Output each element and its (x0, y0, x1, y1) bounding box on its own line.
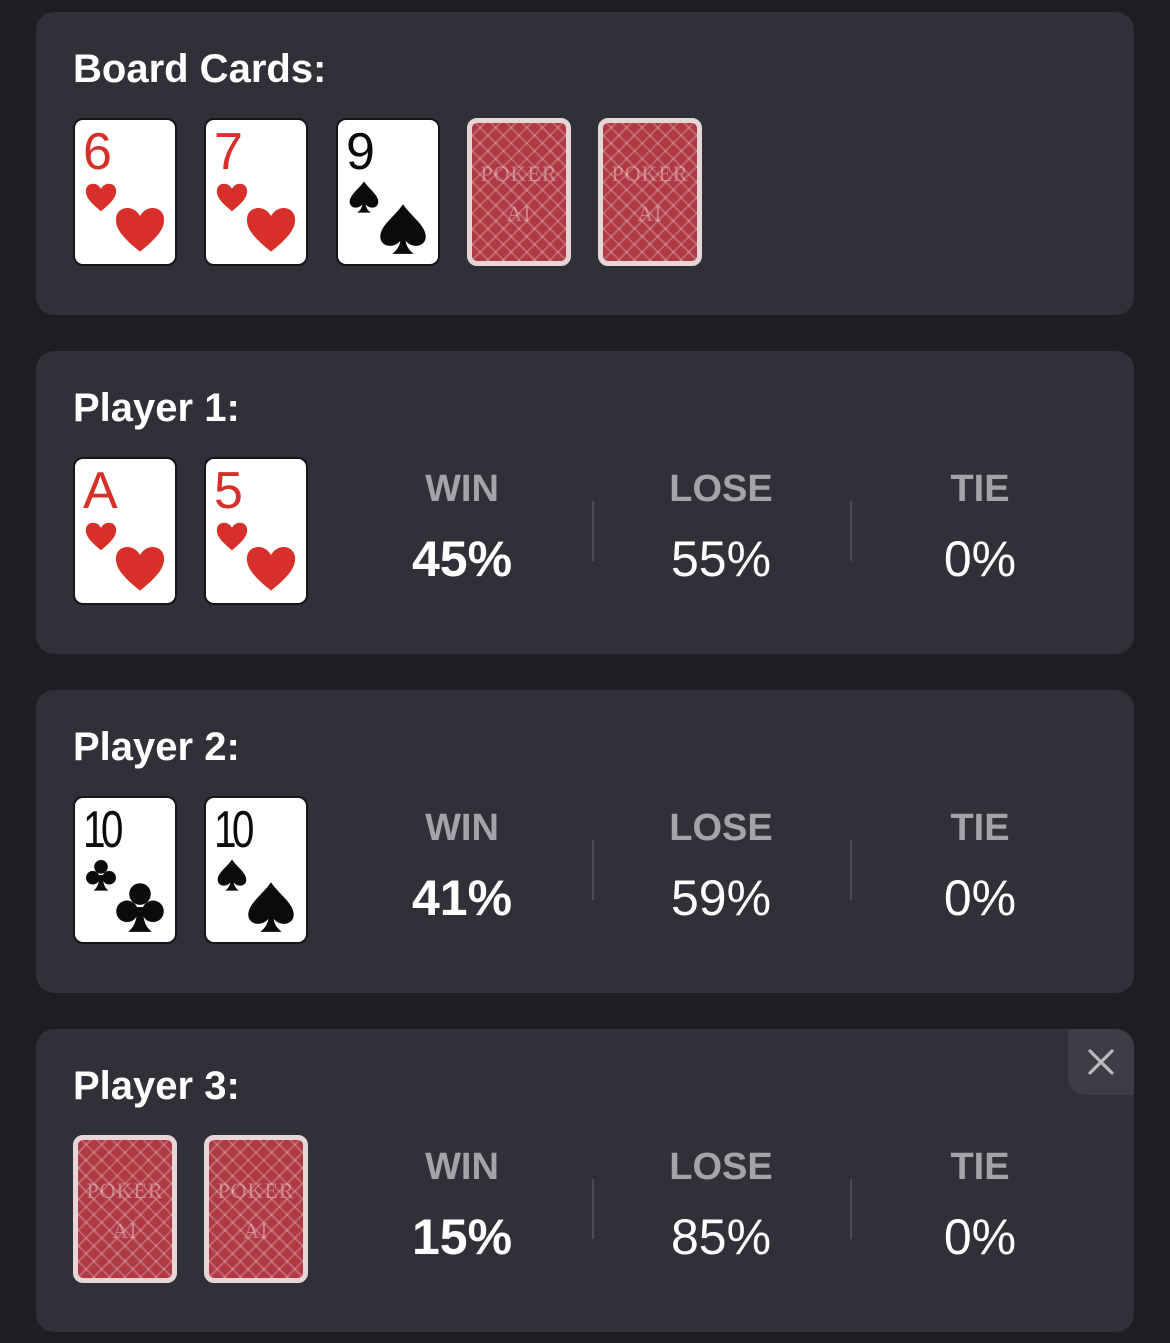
card-rank: 6 (83, 123, 112, 181)
card-rank: 10 (83, 801, 123, 859)
tie-label: TIE (950, 1146, 1010, 1188)
lose-label: LOSE (669, 807, 773, 849)
lose-stat: LOSE 55% (592, 467, 850, 587)
win-label: WIN (425, 807, 499, 849)
player-3-card-2-facedown[interactable]: POKER AI (204, 1135, 308, 1283)
player-2-card-1[interactable]: 10 (73, 796, 177, 944)
board-card-4-facedown[interactable]: POKER AI (467, 118, 571, 266)
board-card-1[interactable]: 6 (73, 118, 177, 266)
tie-value: 0% (943, 870, 1017, 926)
win-stat: WIN 15% (333, 1145, 591, 1265)
heart-icon (113, 541, 167, 595)
win-stat: WIN 45% (333, 467, 591, 587)
close-icon (1088, 1049, 1114, 1075)
player-1-card-2[interactable]: 5 (204, 457, 308, 605)
tie-stat: TIE 0% (851, 1145, 1109, 1265)
heart-icon (244, 541, 298, 595)
player-3-odds: WIN 15% LOSE 85% TIE 0% (333, 1145, 1109, 1265)
player-1-card-1[interactable]: A (73, 457, 177, 605)
board-cards-panel: Board Cards: 6 7 9 POKER AI POKER AI (36, 12, 1134, 315)
card-rank: 10 (214, 801, 254, 859)
player-title: Player 1: (73, 386, 240, 430)
win-value: 41% (411, 870, 513, 926)
card-back-logo: POKER (480, 161, 558, 186)
card-back-logo: AI (637, 201, 663, 226)
tie-value: 0% (943, 1209, 1017, 1265)
heart-icon (244, 202, 298, 256)
player-2-panel: Player 2: 10 10 WIN 41% LOSE 59% TIE 0% (36, 690, 1134, 993)
heart-icon (113, 202, 167, 256)
card-back-logo: POKER (611, 161, 689, 186)
board-cards-title: Board Cards: (73, 47, 327, 91)
lose-value: 59% (670, 870, 772, 926)
remove-player-button[interactable] (1068, 1029, 1134, 1095)
player-1-odds: WIN 45% LOSE 55% TIE 0% (333, 467, 1109, 587)
win-label: WIN (425, 468, 499, 510)
player-3-card-1-facedown[interactable]: POKER AI (73, 1135, 177, 1283)
player-2-card-2[interactable]: 10 (204, 796, 308, 944)
card-back-logo: AI (112, 1218, 138, 1243)
win-label: WIN (425, 1146, 499, 1188)
spade-icon (376, 202, 430, 256)
tie-label: TIE (950, 468, 1010, 510)
player-2-odds: WIN 41% LOSE 59% TIE 0% (333, 806, 1109, 926)
card-rank: 7 (214, 123, 243, 181)
card-rank: 9 (346, 123, 375, 181)
player-title: Player 2: (73, 725, 240, 769)
win-value: 15% (411, 1209, 513, 1265)
spade-icon (244, 880, 298, 934)
player-title: Player 3: (73, 1064, 240, 1108)
tie-stat: TIE 0% (851, 806, 1109, 926)
card-back-logo: POKER (86, 1178, 164, 1203)
tie-stat: TIE 0% (851, 467, 1109, 587)
player-3-panel: Player 3: POKER AI POKER AI WIN 15% LOSE… (36, 1029, 1134, 1332)
club-icon (113, 880, 167, 934)
tie-value: 0% (943, 531, 1017, 587)
lose-value: 55% (670, 531, 772, 587)
lose-value: 85% (670, 1209, 772, 1265)
tie-label: TIE (950, 807, 1010, 849)
card-back-logo: AI (243, 1218, 269, 1243)
board-card-2[interactable]: 7 (204, 118, 308, 266)
lose-stat: LOSE 59% (592, 806, 850, 926)
board-card-3[interactable]: 9 (336, 118, 440, 266)
card-back-logo: POKER (217, 1178, 295, 1203)
lose-label: LOSE (669, 1146, 773, 1188)
card-back-logo: AI (506, 201, 532, 226)
win-value: 45% (411, 531, 513, 587)
lose-stat: LOSE 85% (592, 1145, 850, 1265)
card-rank: A (83, 462, 118, 520)
player-1-panel: Player 1: A 5 WIN 45% LOSE 55% TIE 0% (36, 351, 1134, 654)
lose-label: LOSE (669, 468, 773, 510)
board-card-5-facedown[interactable]: POKER AI (598, 118, 702, 266)
win-stat: WIN 41% (333, 806, 591, 926)
card-rank: 5 (214, 462, 243, 520)
